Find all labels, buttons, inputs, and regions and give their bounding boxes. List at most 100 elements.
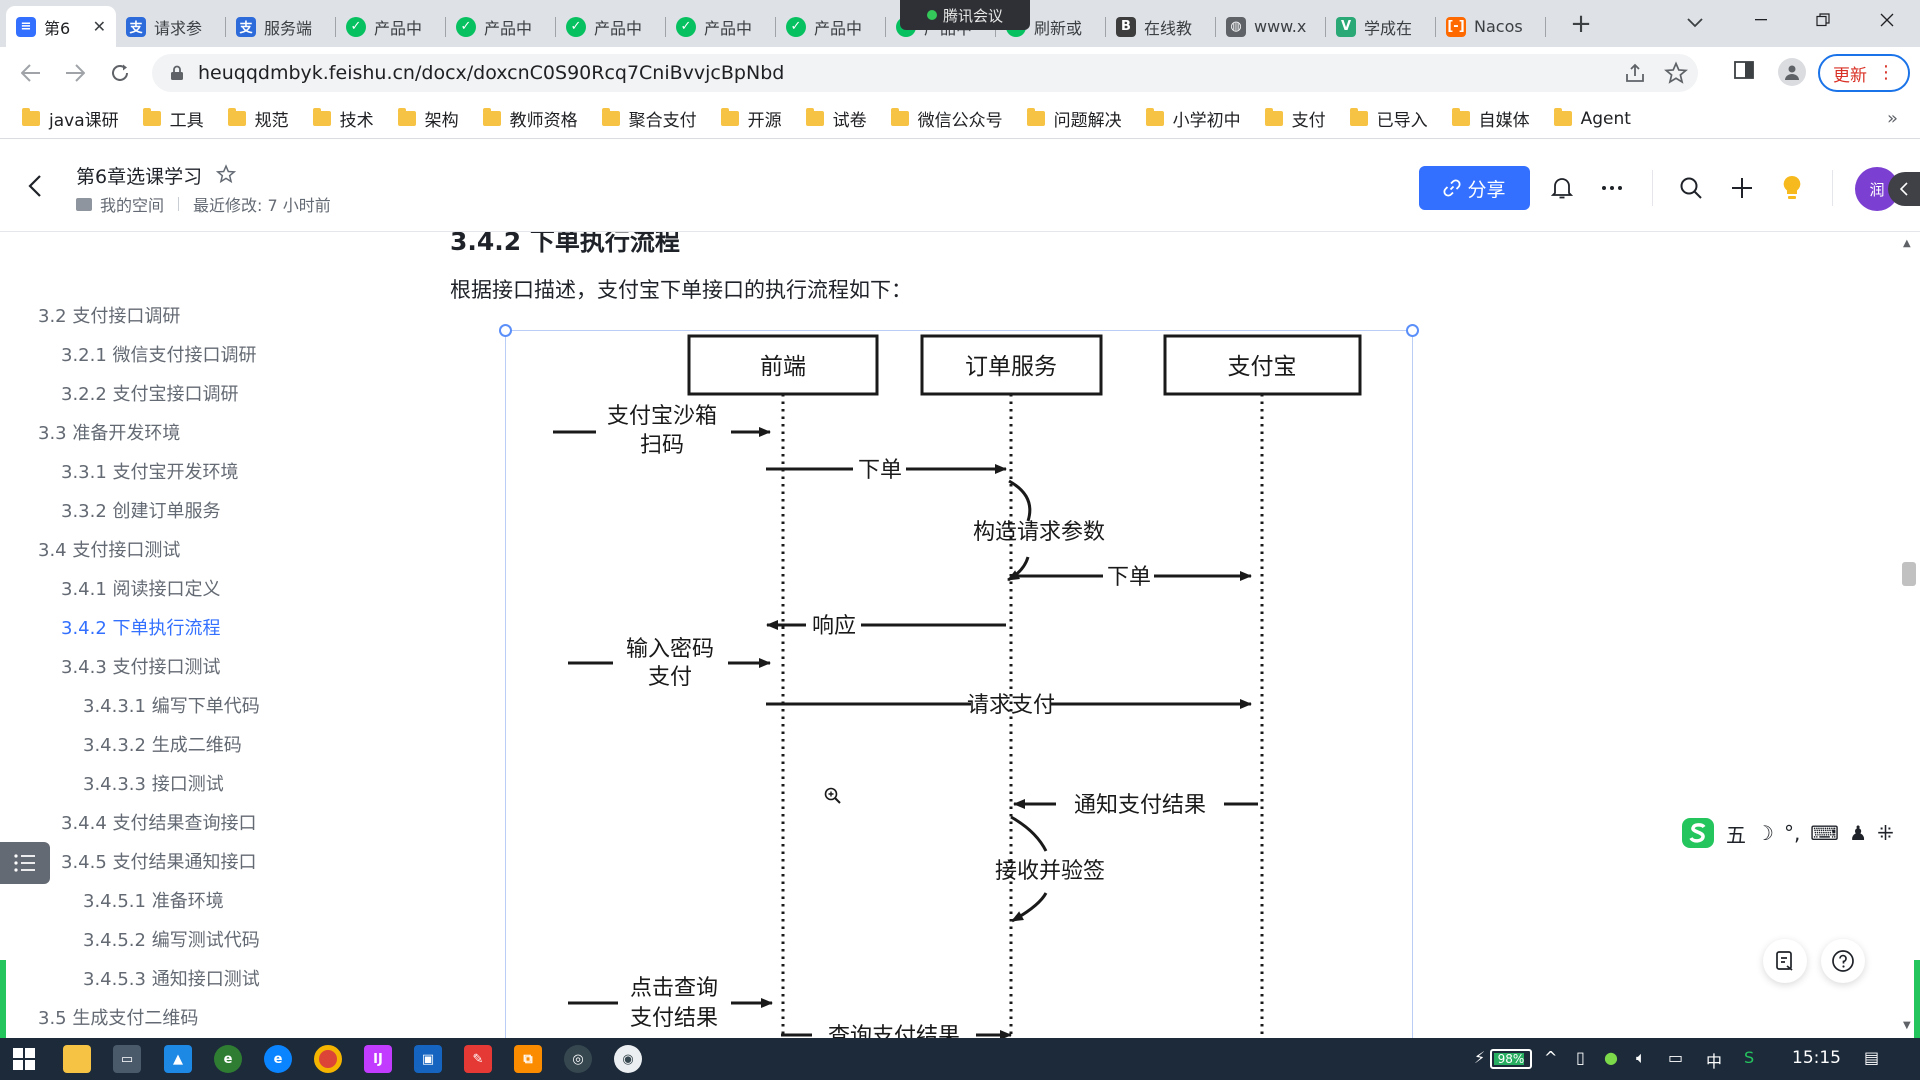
bookmark-item[interactable]: java课研 <box>22 106 119 131</box>
outline-item[interactable]: 3.4.2 下单执行流程 <box>61 614 221 640</box>
restore-button[interactable] <box>1800 0 1846 40</box>
space-link[interactable]: 我的空间 <box>100 192 164 216</box>
app-window-icon[interactable]: ▭ <box>113 1045 141 1073</box>
edge-icon[interactable]: e <box>264 1045 292 1073</box>
browser-tab[interactable]: ✓ 产品中 <box>556 6 666 47</box>
outline-item[interactable]: 3.4 支付接口测试 <box>38 536 180 562</box>
url-text[interactable]: heuqqdmbyk.feishu.cn/docx/doxcnC0S90Rcq7… <box>198 62 784 84</box>
bookmark-item[interactable]: 自媒体 <box>1451 106 1530 131</box>
close-window-button[interactable] <box>1864 0 1910 40</box>
outline-item[interactable]: 3.4.5.1 准备环境 <box>83 887 224 913</box>
favorite-star-icon[interactable] <box>216 164 236 184</box>
punctuation-icon[interactable]: °, <box>1784 821 1800 845</box>
user-icon[interactable]: ♟ <box>1849 821 1867 845</box>
keyboard-icon[interactable]: ⌨ <box>1810 821 1839 845</box>
side-panel-icon[interactable] <box>1734 60 1754 80</box>
forward-nav-button[interactable] <box>61 59 89 87</box>
browser-tab[interactable]: 支服务端 <box>226 6 336 47</box>
profile-button[interactable] <box>1778 58 1806 86</box>
bookmark-item[interactable]: 工具 <box>142 106 204 131</box>
browser-tab[interactable]: ◍ www.x <box>1216 6 1326 47</box>
tab-search-button[interactable] <box>1682 10 1708 36</box>
moon-icon[interactable]: ☽ <box>1756 821 1774 845</box>
bookmark-item[interactable]: 规范 <box>227 106 289 131</box>
terminal-icon[interactable]: ▣ <box>414 1045 442 1073</box>
volume-icon[interactable]: 🔈︎ <box>1636 1048 1646 1068</box>
bookmark-item[interactable]: 技术 <box>312 106 374 131</box>
bookmark-item[interactable]: Agent <box>1553 108 1631 129</box>
sequence-diagram-image[interactable]: 前端 订单服务 支付宝 支付宝沙箱 扫码 下单 构造请求参数 下单 响应 输入密… <box>499 324 1419 1038</box>
outline-toggle-button[interactable] <box>0 842 50 884</box>
sogou-ime-icon[interactable] <box>1680 816 1716 850</box>
input-language[interactable]: 中 <box>1706 1048 1722 1072</box>
bookmark-item[interactable]: 开源 <box>720 106 782 131</box>
phone-icon[interactable]: ▯ <box>1576 1048 1585 1067</box>
browser-tab[interactable]: ✓ 产品中 <box>446 6 556 47</box>
outline-item[interactable]: 3.4.4 支付结果查询接口 <box>61 809 257 835</box>
bookmarks-overflow-button[interactable]: » <box>1887 108 1898 129</box>
outline-item[interactable]: 3.3.2 创建订单服务 <box>61 497 221 523</box>
battery-indicator[interactable]: 98% <box>1490 1049 1532 1069</box>
outline-item[interactable]: 3.2 支付接口调研 <box>38 302 180 328</box>
outline-item[interactable]: 3.4.3.3 接口测试 <box>83 770 224 796</box>
browser-tab[interactable]: ✓ 产品中 <box>336 6 446 47</box>
close-tab-icon[interactable]: ✕ <box>93 17 106 36</box>
create-button[interactable] <box>1728 174 1756 202</box>
browser-tab[interactable]: ≡ 第6 ✕ <box>6 6 116 47</box>
taskbar-clock[interactable]: 15:15 <box>1792 1048 1841 1068</box>
share-button[interactable]: 分享 <box>1419 166 1530 210</box>
file-explorer-icon[interactable] <box>63 1045 91 1073</box>
browser-tab[interactable]: ✓ 产品中 <box>776 6 886 47</box>
outline-item[interactable]: 3.4.3.1 编写下单代码 <box>83 692 260 718</box>
collapse-panel-button[interactable] <box>1888 172 1920 206</box>
address-bar[interactable]: heuqqdmbyk.feishu.cn/docx/doxcnC0S90Rcq7… <box>152 54 1698 92</box>
outline-item[interactable]: 3.3 准备开发环境 <box>38 419 180 445</box>
scroll-up-arrow-icon[interactable]: ▲ <box>1903 238 1911 249</box>
bookmark-item[interactable]: 微信公众号 <box>890 106 1003 131</box>
browser-app-icon[interactable]: e <box>214 1045 242 1073</box>
bookmark-item[interactable]: 已导入 <box>1349 106 1428 131</box>
tips-button[interactable] <box>1778 174 1806 202</box>
network-icon[interactable]: ▭ <box>1668 1048 1683 1067</box>
notification-button[interactable] <box>1548 174 1576 202</box>
browser-tab[interactable]: ✓ 产品中 <box>666 6 776 47</box>
xmind-icon[interactable]: ✎ <box>464 1045 492 1073</box>
apps-grid-icon[interactable]: ⁜ <box>1877 821 1894 845</box>
reload-button[interactable] <box>106 59 134 87</box>
chrome-icon[interactable] <box>314 1045 342 1073</box>
ime-mode-label[interactable]: 五 <box>1726 819 1746 848</box>
bookmark-item[interactable]: 问题解决 <box>1026 106 1122 131</box>
scroll-down-arrow-icon[interactable]: ▼ <box>1903 1020 1911 1031</box>
outline-item[interactable]: 3.4.5.3 通知接口测试 <box>83 965 260 991</box>
new-tab-button[interactable]: + <box>1566 9 1596 39</box>
browser-tab[interactable]: V 学成在 <box>1326 6 1436 47</box>
outline-item[interactable]: 3.5 生成支付二维码 <box>38 1004 198 1030</box>
intellij-icon[interactable]: IJ <box>364 1045 392 1073</box>
outline-item[interactable]: 3.4.5 支付结果通知接口 <box>61 848 257 874</box>
outline-item[interactable]: 3.4.3 支付接口测试 <box>61 653 221 679</box>
outline-item[interactable]: 3.2.1 微信支付接口调研 <box>61 341 257 367</box>
page-scrollbar[interactable] <box>1900 232 1920 1038</box>
app-circle-icon[interactable]: ◉ <box>614 1045 642 1073</box>
scroll-thumb[interactable] <box>1902 562 1916 586</box>
outline-item[interactable]: 3.2.2 支付宝接口调研 <box>61 380 239 406</box>
browser-tab[interactable]: B 在线教 <box>1106 6 1216 47</box>
notification-center-icon[interactable]: ▤ <box>1864 1048 1879 1067</box>
back-icon[interactable] <box>28 174 42 198</box>
bookmark-item[interactable]: 架构 <box>397 106 459 131</box>
sogou-tray-icon[interactable]: S <box>1744 1048 1754 1067</box>
help-button[interactable] <box>1821 939 1865 983</box>
windows-start-icon[interactable] <box>13 1048 35 1070</box>
more-options-button[interactable] <box>1598 174 1626 202</box>
photos-icon[interactable]: ▲ <box>164 1045 192 1073</box>
chevron-up-icon[interactable]: ^ <box>1544 1048 1557 1067</box>
power-plug-icon[interactable]: ⚡ <box>1474 1048 1485 1067</box>
minimize-button[interactable] <box>1738 0 1784 40</box>
ime-toolbar[interactable]: 五 ☽ °, ⌨ ♟ ⁜ <box>1676 814 1904 852</box>
bookmark-item[interactable]: 教师资格 <box>482 106 578 131</box>
search-button[interactable] <box>1677 174 1705 202</box>
bookmark-item[interactable]: 聚合支付 <box>601 106 697 131</box>
bookmark-item[interactable]: 支付 <box>1264 106 1326 131</box>
outline-item[interactable]: 3.4.3.2 生成二维码 <box>83 731 242 757</box>
comments-button[interactable] <box>1763 939 1807 983</box>
